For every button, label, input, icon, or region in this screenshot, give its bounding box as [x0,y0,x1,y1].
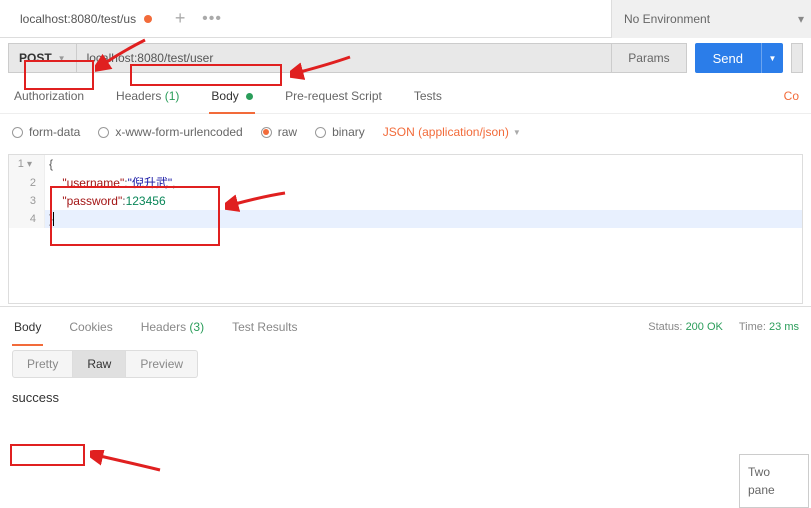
environment-dropdown-icon[interactable]: ▾ [791,0,811,38]
tab-body[interactable]: Body [209,79,255,113]
radio-binary[interactable]: binary [315,125,365,139]
resp-tab-tests[interactable]: Test Results [230,308,299,346]
radio-icon [315,127,326,138]
status-value: 200 OK [686,321,723,333]
status-label: Status: [648,321,682,333]
body-type-selector: form-data x-www-form-urlencoded raw bina… [0,114,811,150]
view-raw[interactable]: Raw [73,350,126,378]
radio-icon [12,127,23,138]
http-method-selector[interactable]: POST ▼ [8,43,77,73]
response-body: success [0,382,811,414]
view-pretty[interactable]: Pretty [12,350,73,378]
url-bar: POST ▼ localhost:8080/test/user Params S… [0,38,811,78]
chevron-down-icon: ▼ [513,128,521,137]
method-label: POST [19,51,52,65]
tab-headers[interactable]: Headers (1) [114,79,181,113]
response-meta: Status: 200 OK Time: 23 ms [648,321,799,333]
response-tabs: Body Cookies Headers (3) Test Results St… [0,306,811,346]
time-value: 23 ms [769,321,799,333]
resp-tab-body[interactable]: Body [12,308,43,346]
radio-form-data[interactable]: form-data [12,125,80,139]
fold-icon: ▾ [27,159,36,170]
tab-title: localhost:8080/test/us [20,12,136,26]
tab-prerequest[interactable]: Pre-request Script [283,79,384,113]
response-view-switcher: Pretty Raw Preview [0,346,811,382]
tab-authorization[interactable]: Authorization [12,79,86,113]
unsaved-dot-icon [144,15,152,23]
radio-icon [98,127,109,138]
time-label: Time: [739,321,766,333]
side-panel-fragment: Two pane [739,454,809,508]
chevron-down-icon: ▼ [58,54,66,63]
new-tab-button[interactable]: + [164,3,196,35]
arrow-icon [90,450,170,480]
send-button[interactable]: Send [695,43,761,73]
annotation-box [10,444,85,466]
resp-tab-cookies[interactable]: Cookies [67,308,114,346]
body-active-dot-icon [246,93,253,100]
send-dropdown-button[interactable]: ▼ [761,43,783,73]
cookies-link[interactable]: Co [784,89,799,103]
save-button-edge[interactable] [791,43,803,73]
request-tabs: Authorization Headers (1) Body Pre-reque… [0,78,811,114]
response-text: success [12,390,59,405]
resp-tab-headers[interactable]: Headers (3) [139,308,206,346]
tab-tests[interactable]: Tests [412,79,444,113]
environment-selector[interactable]: No Environment [611,0,791,38]
view-preview[interactable]: Preview [126,350,198,378]
url-text: localhost:8080/test/user [87,51,214,65]
request-tab[interactable]: localhost:8080/test/us [8,3,164,35]
more-tabs-button[interactable]: ••• [196,3,228,35]
request-body-editor[interactable]: 1 ▾ { 2 "username":"倪升武", 3 "password":1… [8,154,803,304]
radio-urlencoded[interactable]: x-www-form-urlencoded [98,125,242,139]
top-bar: localhost:8080/test/us + ••• No Environm… [0,0,811,38]
tabs-area: localhost:8080/test/us + ••• [0,0,611,37]
radio-raw[interactable]: raw [261,125,297,139]
content-type-selector[interactable]: JSON (application/json) ▼ [383,125,521,139]
radio-icon [261,127,272,138]
params-button[interactable]: Params [612,43,686,73]
url-input[interactable]: localhost:8080/test/user [77,43,613,73]
environment-label: No Environment [624,12,710,26]
